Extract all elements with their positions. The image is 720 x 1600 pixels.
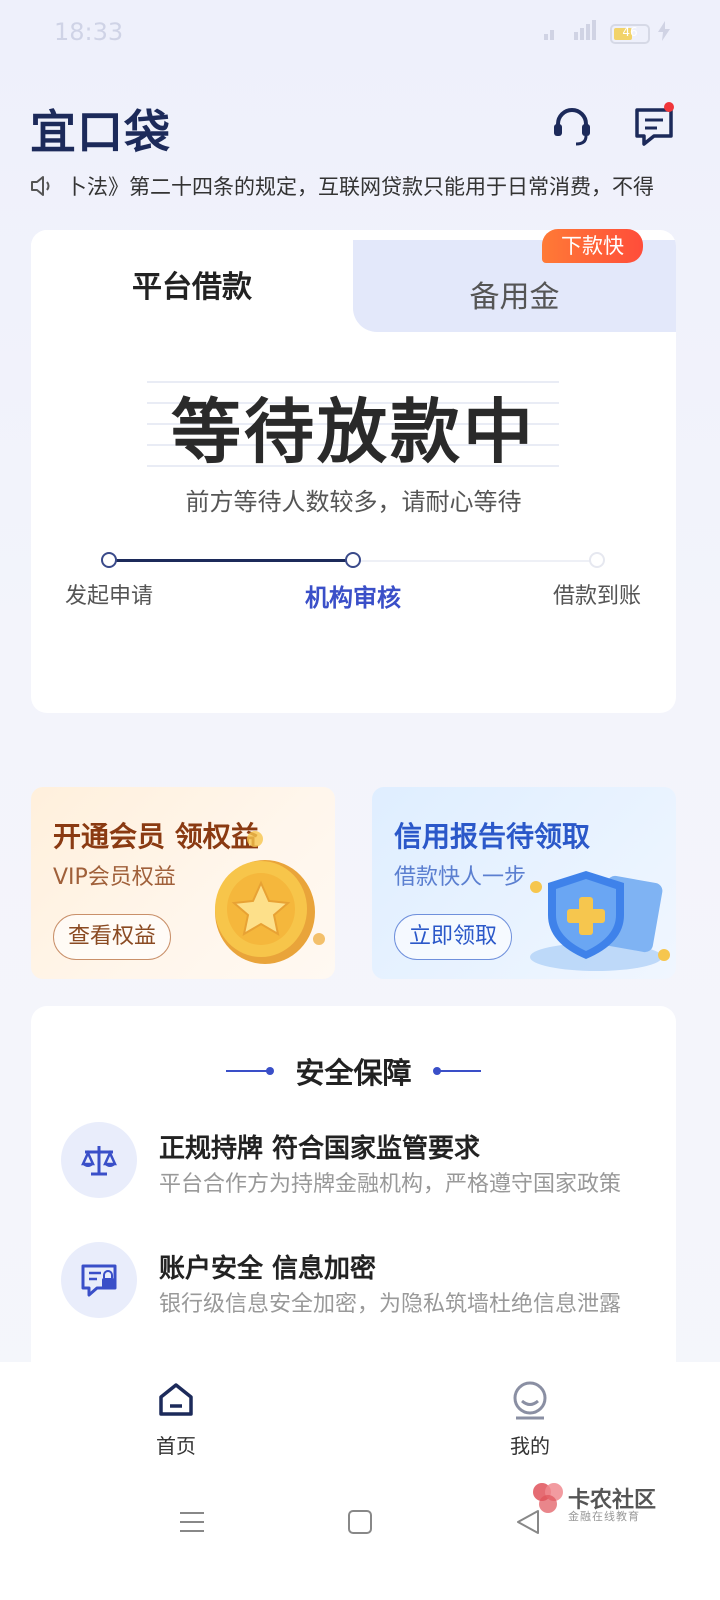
decor-line-right — [432, 1067, 481, 1075]
vip-promo-subtitle: VIP会员权益 — [53, 865, 176, 890]
step-label-apply: 发起申请 — [64, 584, 154, 609]
battery-percent: 46 — [622, 24, 638, 39]
notice-marquee[interactable]: 卜法》第二十四条的规定，互联网贷款只能用于日常消费，不得 — [30, 168, 680, 204]
step-label-review: 机构审核 — [305, 584, 401, 612]
credit-promo-title: 信用报告待领取 — [394, 820, 591, 853]
fast-loan-badge: 下款快 — [542, 229, 643, 263]
scale-icon — [61, 1122, 137, 1198]
secure-card-icon — [61, 1242, 137, 1318]
loan-card: 备用金 平台借款 等待放款中 前方等待人数较多，请耐心等待 发起申请 机构审核 … — [31, 230, 676, 713]
tab-reserve-fund-label: 备用金 — [469, 280, 560, 315]
safety-item-desc: 银行级信息安全加密，为隐私筑墙杜绝信息泄露 — [159, 1292, 622, 1317]
loan-status-subtitle: 前方等待人数较多，请耐心等待 — [185, 488, 522, 516]
app-header: 宜口袋 — [30, 96, 690, 160]
safety-item-encryption: 账户安全 信息加密 银行级信息安全加密，为隐私筑墙杜绝信息泄露 — [61, 1242, 661, 1322]
safety-item-desc: 平台合作方为持牌金融机构，严格遵守国家政策 — [159, 1172, 622, 1197]
app-logo: 宜口袋 — [30, 105, 171, 159]
watermark-subtitle: 金融在线教育 — [568, 1510, 640, 1523]
credit-promo-subtitle: 借款快人一步 — [394, 865, 527, 890]
profile-face-icon — [510, 1381, 550, 1424]
step-dot-2 — [345, 552, 361, 568]
charging-icon — [658, 21, 670, 46]
gold-coin-star-icon — [195, 827, 335, 979]
home-square-icon[interactable] — [346, 1508, 374, 1540]
status-icons: 46 — [544, 20, 670, 47]
view-benefits-button[interactable]: 查看权益 — [53, 914, 172, 960]
safety-title: 安全保障 — [295, 1056, 412, 1090]
unread-dot — [664, 102, 674, 112]
progress-steps: 发起申请 机构审核 借款到账 — [31, 540, 676, 620]
credit-report-promo-card[interactable]: 信用报告待领取 借款快人一步 立即领取 — [372, 787, 676, 979]
menu-icon[interactable] — [178, 1508, 206, 1540]
step-dot-3 — [589, 552, 605, 568]
tab-platform-loan-label: 平台借款 — [132, 270, 252, 305]
tab-home-label: 首页 — [156, 1434, 196, 1458]
decor-line-left — [226, 1067, 275, 1075]
vip-promo-card[interactable]: 开通会员 领权益 VIP会员权益 查看权益 — [31, 787, 335, 979]
status-bar: 18:33 46 — [0, 0, 720, 64]
watermark: 卡农社区 金融在线教育 — [530, 1480, 680, 1540]
claim-now-button[interactable]: 立即领取 — [394, 914, 513, 960]
customer-service-icon[interactable] — [550, 104, 594, 148]
safety-section: 安全保障 正规持牌 符合国家监管要求 平台合作方为持牌金融机构，严格遵守国家政策 — [31, 1006, 676, 1386]
tab-platform-loan[interactable]: 平台借款 — [31, 230, 353, 330]
safety-header: 安全保障 — [31, 1050, 676, 1092]
watermark-logo-icon — [530, 1480, 566, 1520]
step-label-arrival: 借款到账 — [552, 584, 642, 609]
bottom-tab-bar: 首页 我的 — [0, 1362, 720, 1478]
tab-mine-label: 我的 — [510, 1434, 550, 1458]
battery-icon: 46 — [610, 23, 650, 44]
progress-line-pending — [353, 560, 597, 562]
tab-mine[interactable]: 我的 — [470, 1380, 590, 1459]
step-dot-1 — [101, 552, 117, 568]
home-icon — [156, 1383, 196, 1424]
progress-line-done — [109, 559, 353, 562]
safety-item-title: 正规持牌 符合国家监管要求 — [159, 1134, 481, 1164]
safety-item-title: 账户安全 信息加密 — [159, 1254, 377, 1284]
safety-item-licensed: 正规持牌 符合国家监管要求 平台合作方为持牌金融机构，严格遵守国家政策 — [61, 1122, 661, 1202]
status-time: 18:33 — [54, 18, 124, 46]
shield-plus-icon — [516, 857, 676, 979]
speaker-icon — [30, 175, 56, 197]
tab-home[interactable]: 首页 — [116, 1380, 236, 1459]
loan-status-title: 等待放款中 — [171, 391, 536, 473]
signal-icon — [544, 20, 602, 47]
notice-text: 卜法》第二十四条的规定，互联网贷款只能用于日常消费，不得 — [66, 175, 654, 199]
message-icon[interactable] — [632, 102, 676, 148]
